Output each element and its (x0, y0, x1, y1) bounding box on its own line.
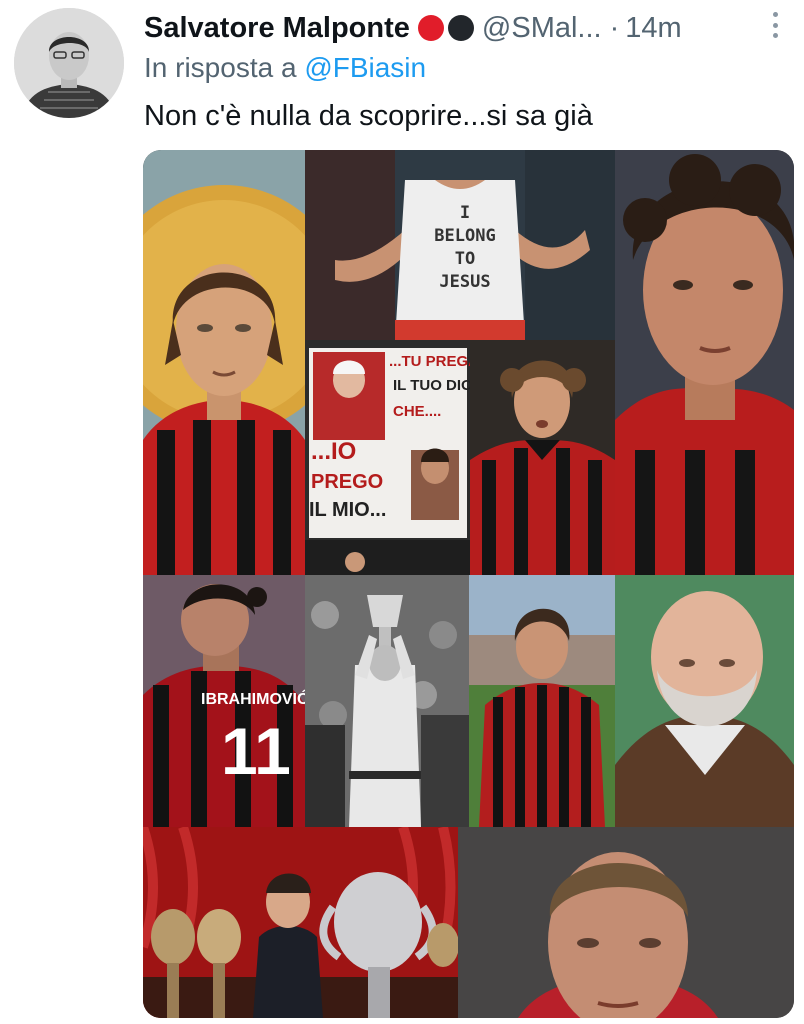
collage-image-ibrahimovic[interactable]: IBRAHIMOVIĆ 11 (143, 575, 305, 827)
profile-badges (417, 15, 478, 41)
banner-line-5: PREGO (311, 471, 384, 493)
banner-line-1: ...TU PREGA (389, 353, 470, 370)
banner-line-2: IL TUO DIO, (393, 377, 470, 394)
collage-image-belong-to-jesus[interactable]: I BELONG TO JESUS (305, 150, 615, 340)
avatar-photo (14, 8, 124, 118)
jersey-name: IBRAHIMOVIĆ (201, 691, 305, 708)
collage-image-retro-player[interactable] (470, 340, 615, 575)
author-avatar[interactable] (14, 8, 124, 118)
black-circle-icon (447, 15, 474, 41)
tweet-text: Non c'è nulla da scoprire...si sa già (144, 100, 593, 132)
collage-image-trophy-cabinet[interactable] (143, 827, 458, 1018)
author-handle[interactable]: @SMal... (482, 12, 602, 45)
collage-image-fan-banner[interactable]: ...TU PREGA IL TUO DIO, CHE.... ...IO PR… (305, 340, 470, 575)
banner-line-3: CHE.... (393, 403, 442, 420)
shirt-slogan: I BELONG TO JESUS (434, 203, 496, 292)
reply-mention-link[interactable]: @FBiasin (304, 52, 426, 83)
collage-image-trophy-celebration[interactable] (305, 575, 469, 827)
tweet[interactable]: Salvatore Malponte @SMal... · 14m In ris… (0, 0, 804, 1024)
collage-image-bearded-man[interactable] (615, 575, 794, 827)
banner-line-6: IL MIO... (309, 499, 387, 521)
reply-prefix: In risposta a (144, 52, 297, 83)
tweet-header: Salvatore Malponte @SMal... · 14m (144, 6, 784, 50)
jersey-number: 11 (221, 714, 291, 788)
tweet-media-collage[interactable]: I BELONG TO JESUS ...TU PREG IL TUO DIO,… (143, 150, 794, 1018)
collage-image-curly-hair-player[interactable] (615, 150, 794, 575)
red-circle-icon (417, 15, 444, 41)
collage-image-stadium-player[interactable] (469, 575, 615, 827)
reply-context: In risposta a @FBiasin (144, 52, 426, 84)
more-options-icon[interactable] (772, 12, 778, 38)
tweet-timestamp[interactable]: 14m (625, 12, 681, 45)
author-name[interactable]: Salvatore Malponte (144, 12, 410, 45)
separator-dot: · (609, 11, 620, 44)
collage-image-portrait-halo[interactable] (143, 150, 305, 575)
banner-line-4: ...IO (311, 438, 357, 465)
collage-image-closeup-player[interactable] (458, 827, 794, 1018)
